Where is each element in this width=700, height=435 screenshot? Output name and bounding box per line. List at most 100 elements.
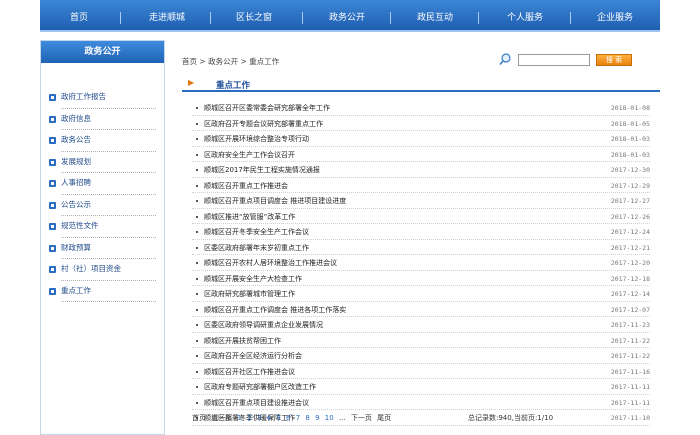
list-item[interactable]: 区政府研究部署城市管理工作 2017-12-14 [192, 288, 650, 304]
news-title[interactable]: 区政府研究部署城市管理工作 [204, 288, 295, 300]
sidebar-item-budget[interactable]: 财政预算 [41, 242, 164, 264]
list-item[interactable]: 区委区政府领导调研重点企业发展情况 2017-11-23 [192, 319, 650, 335]
pager-page[interactable]: 7 [296, 414, 300, 422]
list-item[interactable]: 顺城区召开重点工作调度会 推进各项工作落实 2017-12-07 [192, 304, 650, 320]
pager-page[interactable]: 9 [315, 414, 319, 422]
news-title[interactable]: 顺城区开展环境综合整治专项行动 [204, 133, 309, 145]
pager-page[interactable]: 1 [237, 414, 241, 422]
list-item[interactable]: 顺城区2017年民生工程实施情况通报 2017-12-30 [192, 164, 650, 180]
list-item[interactable]: 顺城区召开区委常委会研究部署全年工作 2018-01-08 [192, 102, 650, 118]
news-title[interactable]: 顺城区召开社区工作推进会议 [204, 366, 295, 378]
bullet-icon [49, 287, 56, 295]
breadcrumb-level1[interactable]: 政务公开 [208, 57, 238, 66]
news-title[interactable]: 区委区政府部署年末岁初重点工作 [204, 242, 309, 254]
sidebar-menu: 政府工作报告 政府信息 政务公告 发展规划 人事招聘 公告公示 规范性文件 财政… [41, 63, 164, 306]
list-item[interactable]: 顺城区召开重点项目调度会 推进项目建设进度 2017-12-27 [192, 195, 650, 211]
nav-mayor[interactable]: 区长之窗 [225, 10, 283, 26]
sidebar-item-regulations[interactable]: 规范性文件 [41, 220, 164, 242]
nav-enterprise[interactable]: 企业服务 [586, 10, 644, 26]
pager-next[interactable]: 下一页 [351, 414, 372, 422]
search-input[interactable] [518, 54, 590, 66]
breadcrumb-home[interactable]: 首页 [182, 57, 197, 66]
bullet-icon [49, 137, 56, 144]
news-title[interactable]: 区政府专题研究部署棚户区改造工作 [204, 381, 316, 393]
sidebar-item-village-funds[interactable]: 村（社）项目资金 [41, 263, 164, 285]
pager-first[interactable]: 首页 [192, 414, 206, 422]
bullet-icon [196, 200, 198, 202]
news-title[interactable]: 顺城区召开重点工作调度会 推进各项工作落实 [204, 304, 346, 316]
pager-summary: 总记录数:940,当前页:1/10 [468, 414, 554, 422]
nav-home[interactable]: 首页 [54, 10, 104, 26]
news-title[interactable]: 顺城区召开重点工作推进会 [204, 180, 288, 192]
list-item[interactable]: 区政府安全生产工作会议召开 2018-01-03 [192, 149, 650, 165]
news-title[interactable]: 区政府安全生产工作会议召开 [204, 149, 295, 161]
divider [192, 254, 650, 255]
divider [192, 316, 650, 317]
nav-interaction[interactable]: 政民互动 [406, 10, 464, 26]
news-date: 2017-11-16 [610, 367, 650, 376]
list-item[interactable]: 顺城区推进“放管服”改革工作 2017-12-26 [192, 211, 650, 227]
divider [192, 114, 650, 116]
search-button[interactable]: 搜 索 [596, 54, 632, 66]
sidebar-item-key-work[interactable]: 重点工作 [41, 285, 164, 307]
sidebar-item-gov-info[interactable]: 政府信息 [41, 113, 164, 135]
nav-gov-affairs[interactable]: 政务公开 [318, 10, 376, 26]
divider [61, 215, 156, 216]
news-title[interactable]: 区政府召开全区经济运行分析会 [204, 350, 302, 362]
list-item[interactable]: 顺城区开展安全生产大检查工作 2017-12-18 [192, 273, 650, 289]
sidebar-item-announcements[interactable]: 政务公告 [41, 134, 164, 156]
list-item[interactable]: 区政府专题研究部署棚户区改造工作 2017-11-11 [192, 381, 650, 397]
list-item[interactable]: 顺城区召开社区工作推进会议 2017-11-16 [192, 366, 650, 382]
breadcrumb-separator: > [199, 57, 206, 66]
pager-prev[interactable]: 上一页 [211, 414, 232, 422]
bullet-icon [49, 115, 56, 123]
bullet-icon [196, 386, 198, 388]
sidebar-item-planning[interactable]: 发展规划 [41, 156, 164, 178]
news-title[interactable]: 区委区政府领导调研重点企业发展情况 [204, 319, 323, 331]
divider [192, 393, 650, 395]
bullet-icon [196, 169, 198, 171]
sidebar-item-work-report[interactable]: 政府工作报告 [41, 91, 164, 113]
bullet-icon [196, 215, 198, 218]
news-title[interactable]: 顺城区2017年民生工程实施情况通报 [204, 164, 320, 176]
news-title[interactable]: 区政府召开专题会议研究部署重点工作 [204, 118, 323, 130]
list-item[interactable]: 顺城区召开冬季安全生产工作会议 2017-12-24 [192, 226, 650, 242]
news-title[interactable]: 顺城区召开区委常委会研究部署全年工作 [204, 102, 330, 114]
list-item[interactable]: 顺城区召开农村人居环境整治工作推进会议 2017-12-20 [192, 257, 650, 273]
pager-page[interactable]: 3 [257, 414, 261, 422]
list-item[interactable]: 顺城区召开重点工作推进会 2017-12-29 [192, 180, 650, 196]
pager-page[interactable]: 10 [325, 414, 334, 422]
divider [61, 150, 156, 152]
pager-page[interactable]: 4 [267, 414, 271, 422]
list-item[interactable]: 区政府召开专题会议研究部署重点工作 2018-01-05 [192, 118, 650, 134]
breadcrumb: 首页 > 政务公开 > 重点工作 [182, 56, 279, 67]
news-title[interactable]: 顺城区召开重点项目调度会 推进项目建设进度 [204, 195, 346, 207]
bullet-icon [49, 266, 56, 273]
list-item[interactable]: 区委区政府部署年末岁初重点工作 2017-12-21 [192, 242, 650, 258]
sidebar-item-notices[interactable]: 公告公示 [41, 199, 164, 221]
pager-page[interactable]: 6 [286, 414, 290, 422]
list-item[interactable]: 顺城区开展扶贫帮困工作 2017-11-22 [192, 335, 650, 351]
bullet-icon [196, 153, 198, 156]
sidebar-item-recruitment[interactable]: 人事招聘 [41, 177, 164, 199]
news-title[interactable]: 顺城区开展安全生产大检查工作 [204, 273, 302, 285]
pager-page[interactable]: 2 [247, 414, 251, 422]
news-title[interactable]: 顺城区开展扶贫帮困工作 [204, 335, 281, 347]
pager-last[interactable]: 尾页 [377, 414, 391, 422]
news-date: 2017-12-18 [610, 274, 650, 283]
news-title[interactable]: 顺城区召开冬季安全生产工作会议 [204, 226, 309, 238]
divider [192, 130, 650, 131]
list-item[interactable]: 区政府召开全区经济运行分析会 2017-11-22 [192, 350, 650, 366]
nav-personal[interactable]: 个人服务 [496, 10, 554, 26]
news-title[interactable]: 顺城区推进“放管服”改革工作 [204, 211, 295, 223]
arrow-icon: ▶ [188, 78, 195, 87]
list-item[interactable]: 顺城区召开重点项目建设推进会议 2017-11-11 [192, 397, 650, 413]
nav-about[interactable]: 走进顺城 [138, 10, 196, 26]
news-title[interactable]: 顺城区召开重点项目建设推进会议 [204, 397, 309, 409]
divider [192, 409, 650, 410]
pager-page[interactable]: 5 [276, 414, 280, 422]
news-title[interactable]: 顺城区召开农村人居环境整治工作推进会议 [204, 257, 337, 269]
pager-page[interactable]: 8 [305, 414, 309, 422]
list-item[interactable]: 顺城区开展环境综合整治专项行动 2018-01-03 [192, 133, 650, 149]
bullet-icon [49, 158, 56, 166]
